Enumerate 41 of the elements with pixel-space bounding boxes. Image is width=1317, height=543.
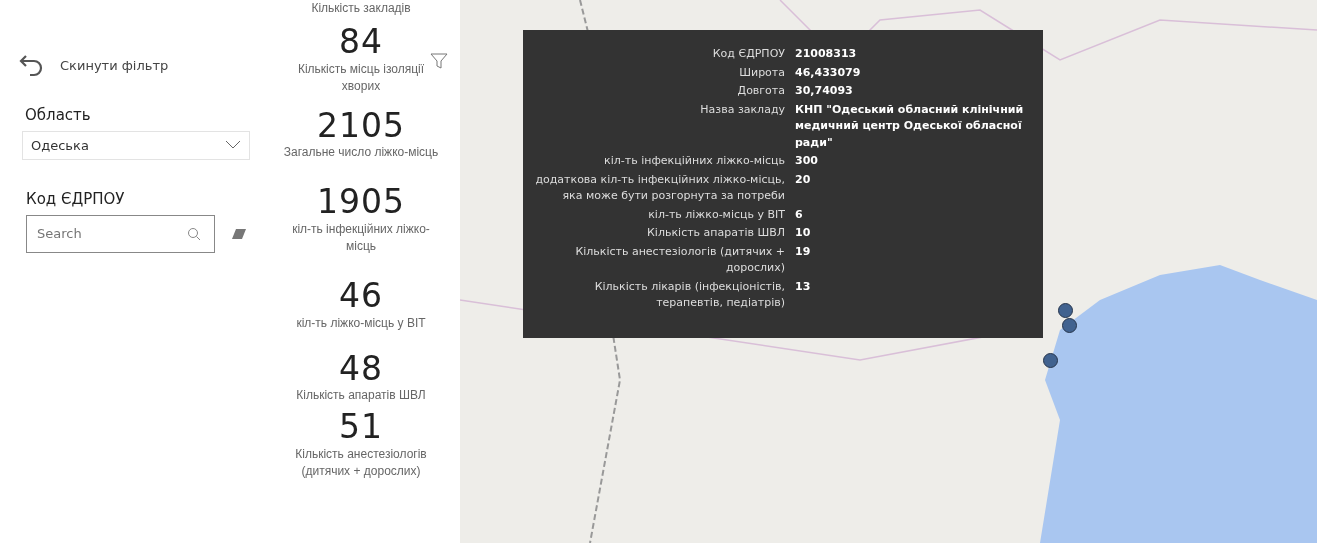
kpi-value: 46 [339, 276, 383, 315]
region-dropdown[interactable]: Одеська [22, 130, 250, 160]
kpi-value: 51 [339, 408, 383, 447]
tooltip-value: 10 [795, 225, 812, 241]
edrpou-label: Код ЄДРПОУ [26, 189, 126, 210]
tooltip-label: Кількість лікарів (інфекціоністів, терапевтів, педіатрів) [593, 278, 785, 311]
reset-filter-link[interactable]: Скинути фільтр [60, 56, 169, 76]
tooltip-value: 46,433079 [795, 64, 862, 81]
search-field[interactable]: Search [26, 214, 215, 253]
tooltip-value: 6 [795, 206, 804, 223]
tooltip-value: 300 [795, 153, 819, 169]
kpi-label: Кількість закладів [311, 2, 411, 14]
tooltip-label: кіл-ть інфекційних ліжко-місць [603, 153, 785, 169]
kpi-label: Загальне число ліжко-місць [283, 144, 439, 162]
tooltip-value: 21008313 [795, 46, 858, 62]
kpi-value: 2105 [317, 106, 405, 145]
tooltip-value: 30,74093 [795, 83, 854, 99]
tooltip-value: КНП "Одеський обласний клінічний медичний центр Одеської обласної ради" [795, 101, 1025, 151]
filter-icon[interactable] [430, 52, 448, 70]
region-label: Область [25, 105, 92, 126]
tooltip-label: Широта [738, 64, 785, 81]
kpi-label: кіл-ть інфекційних ліжко-місць [291, 221, 431, 255]
tooltip-label: Назва закладу [699, 101, 785, 118]
kpi-label: Кількість місць ізоляції хворих [296, 60, 426, 95]
tooltip-label: Кількість анестезіологів (дитячих + дорослих) [574, 243, 785, 276]
kpi-label: кіл-ть ліжко-місць у ВІТ [296, 314, 426, 332]
kpi-label: Кількість анестезіологів (дитячих + дорослих) [294, 446, 428, 480]
tooltip-label: Довгота [736, 83, 785, 99]
kpi-value: 48 [339, 349, 383, 388]
kpi-value: 1905 [317, 183, 405, 222]
kpi-value: 84 [339, 23, 383, 61]
chevron-icon [225, 140, 241, 151]
tooltip-label: Кількість апаратів ШВЛ [646, 225, 785, 241]
kpi-label: Кількість апаратів ШВЛ [296, 387, 426, 405]
tooltip-value: 19 [795, 243, 812, 260]
tooltip-label: кіл-ть ліжко-місць у ВІТ [647, 206, 785, 223]
tooltip-value: 20 [795, 171, 812, 188]
eraser-icon[interactable] [231, 227, 247, 240]
search-icon [187, 226, 201, 241]
tooltip-label: Код ЄДРПОУ [711, 46, 785, 62]
tooltip-value: 13 [795, 278, 812, 295]
